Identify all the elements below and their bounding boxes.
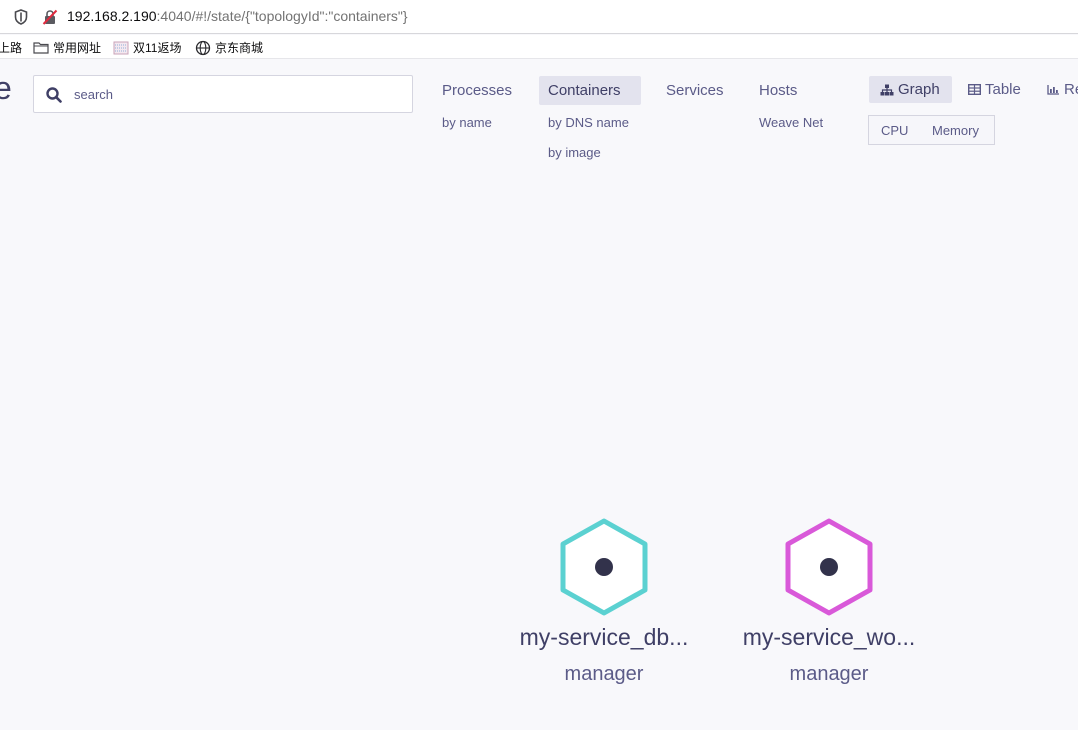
bookmark-item[interactable]: 双11返场 (113, 39, 181, 56)
bookmark-label: 上路 (0, 41, 23, 55)
metric-cpu[interactable]: CPU (881, 123, 908, 138)
insecure-lock-icon[interactable] (42, 9, 58, 25)
tab-containers[interactable]: Containers (539, 76, 641, 105)
folder-icon (33, 42, 49, 54)
bookmark-label: 京东商城 (215, 41, 264, 55)
node-sublabel: manager (564, 663, 644, 685)
graph-node-worker[interactable]: my-service_wo... manager (734, 518, 924, 686)
app-logo[interactable]: e (0, 70, 12, 107)
resources-view-button[interactable]: Re (1036, 76, 1078, 103)
shield-icon[interactable] (14, 9, 28, 25)
bookmarks-toolbar: 上路 常用网址 双11返场 京东商城 (0, 35, 1078, 59)
metric-selector: CPU Memory (868, 115, 995, 145)
hexagon-node-icon (560, 518, 648, 616)
tab-hosts[interactable]: Hosts (750, 76, 806, 105)
table-icon (968, 84, 981, 95)
node-sublabel: manager (789, 663, 869, 685)
sub-tab-containers-by-image[interactable]: by image (548, 145, 601, 160)
sub-tab-hosts-weave-net[interactable]: Weave Net (759, 115, 823, 130)
hexagon-node-icon (785, 518, 873, 616)
search-icon (46, 87, 62, 103)
bookmark-item[interactable]: 上路 (0, 39, 22, 56)
graph-view-label: Graph (898, 81, 940, 98)
url-bar[interactable]: 192.168.2.190:4040/#!/state/{"topologyId… (0, 0, 1078, 34)
table-view-label: Table (985, 81, 1021, 98)
node-label: my-service_db... (519, 624, 689, 650)
resources-view-label: Re (1064, 81, 1078, 98)
tab-services[interactable]: Services (657, 76, 733, 105)
bookmark-label: 双11返场 (133, 41, 182, 55)
search-box[interactable] (33, 75, 413, 113)
node-label: my-service_wo... (742, 624, 916, 650)
sub-tab-containers-by-dns-name[interactable]: by DNS name (548, 115, 629, 130)
graph-node-db[interactable]: my-service_db... manager (509, 518, 699, 686)
bookmark-item[interactable]: 常用网址 (33, 39, 101, 56)
tab-processes[interactable]: Processes (433, 76, 521, 105)
metric-memory[interactable]: Memory (932, 123, 979, 138)
url-text[interactable]: 192.168.2.190:4040/#!/state/{"topologyId… (67, 8, 408, 24)
pattern-icon (113, 41, 129, 54)
bookmark-label: 常用网址 (53, 41, 102, 55)
graph-icon (880, 84, 894, 95)
globe-icon (195, 40, 211, 55)
sub-tab-processes-by-name[interactable]: by name (442, 115, 492, 130)
bookmark-item[interactable]: 京东商城 (195, 39, 263, 56)
table-view-button[interactable]: Table (957, 76, 1033, 103)
graph-view-button[interactable]: Graph (869, 76, 952, 103)
search-input[interactable] (74, 84, 394, 104)
chart-icon (1047, 85, 1059, 95)
